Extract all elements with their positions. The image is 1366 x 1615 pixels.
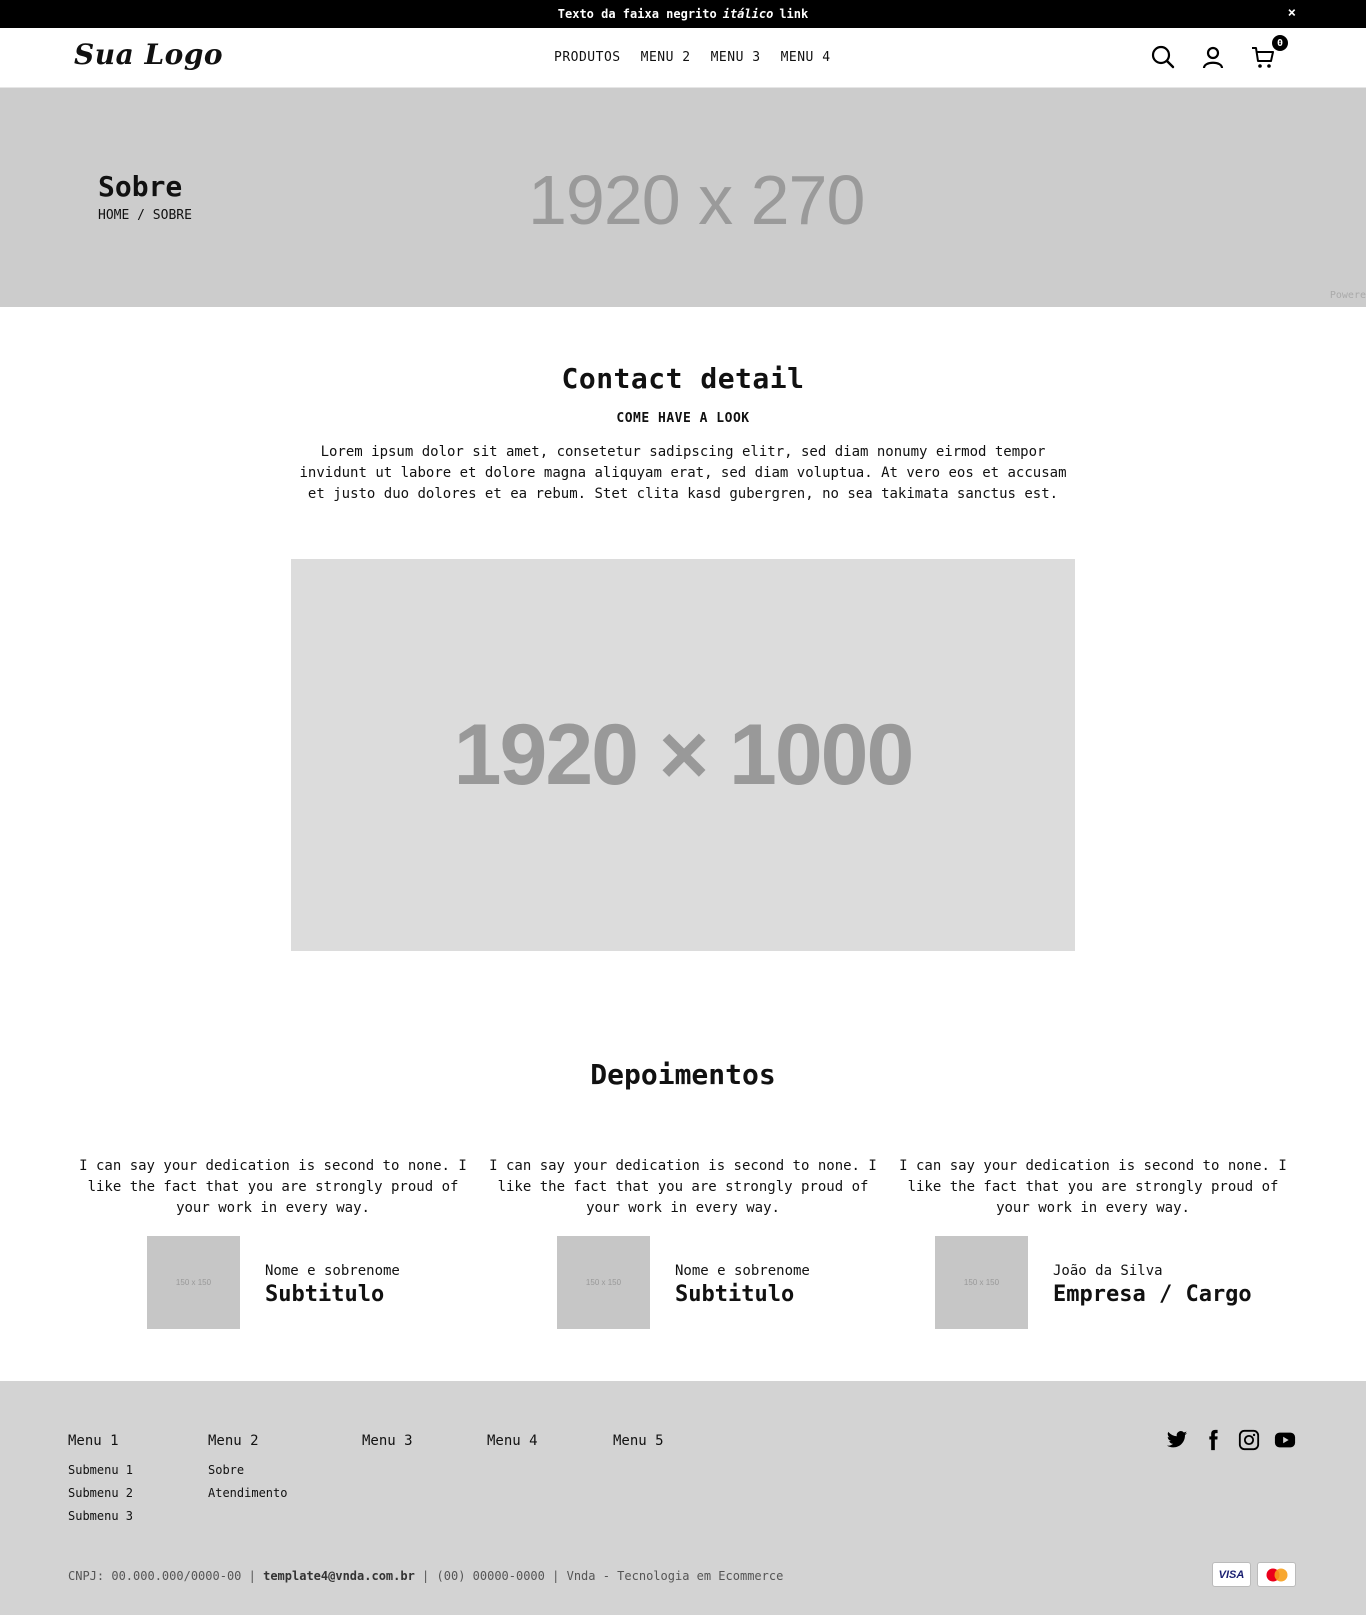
- author-name: Nome e sobrenome: [265, 1262, 400, 1279]
- credit-link[interactable]: Vnda - Tecnologia em Ecommerce: [567, 1569, 784, 1583]
- footer-heading[interactable]: Menu 1: [68, 1433, 133, 1449]
- footer-column-menu-2: Menu 2 Sobre Atendimento: [208, 1433, 287, 1505]
- visa-label: VISA: [1218, 1568, 1245, 1581]
- avatar: 150 x 150: [147, 1236, 240, 1329]
- footer-heading[interactable]: Menu 4: [487, 1433, 538, 1449]
- contact-section: Contact detail COME HAVE A LOOK Lorem ip…: [0, 362, 1366, 505]
- footer-legal: CNPJ: 00.000.000/0000-00 | template4@vnd…: [68, 1569, 783, 1583]
- author-name: Nome e sobrenome: [675, 1262, 810, 1279]
- visa-card-icon: VISA: [1212, 1562, 1251, 1587]
- close-icon[interactable]: ×: [1288, 5, 1296, 21]
- main-nav: PRODUTOS MENU 2 MENU 3 MENU 4: [554, 50, 831, 65]
- footer-column-menu-5: Menu 5: [613, 1433, 664, 1459]
- hero-image-placeholder: 1920 x 270: [528, 161, 865, 239]
- nav-item-menu-4[interactable]: MENU 4: [781, 50, 831, 65]
- powered-by: Powere: [1329, 290, 1366, 301]
- section-title: Contact detail: [561, 362, 805, 395]
- footer-heading[interactable]: Menu 2: [208, 1433, 287, 1449]
- youtube-icon[interactable]: [1274, 1429, 1296, 1451]
- testimonial-quote: I can say your dedication is second to n…: [79, 1158, 467, 1216]
- image-placeholder-label: 1920 × 1000: [453, 706, 915, 803]
- instagram-icon[interactable]: [1238, 1429, 1260, 1451]
- hero-banner: 1920 x 270 Sobre HOME / SOBRE Powere: [0, 88, 1366, 307]
- testimonial-card: I can say your dedication is second to n…: [893, 1156, 1293, 1329]
- footer-link[interactable]: Atendimento: [208, 1482, 287, 1505]
- payment-methods: VISA: [1212, 1562, 1296, 1587]
- footer-heading[interactable]: Menu 3: [362, 1433, 413, 1449]
- footer-link[interactable]: Submenu 2: [68, 1482, 133, 1505]
- testimonial-card: I can say your dedication is second to n…: [73, 1156, 473, 1329]
- phone-text: (00) 00000-0000: [436, 1569, 545, 1583]
- separator: |: [422, 1569, 430, 1583]
- social-links: [1166, 1429, 1296, 1451]
- twitter-icon[interactable]: [1166, 1429, 1188, 1451]
- site-footer: Menu 1 Submenu 1 Submenu 2 Submenu 3 Men…: [0, 1381, 1366, 1615]
- separator: |: [552, 1569, 560, 1583]
- footer-link[interactable]: Submenu 3: [68, 1505, 133, 1528]
- nav-item-menu-3[interactable]: MENU 3: [711, 50, 761, 65]
- footer-link[interactable]: Sobre: [208, 1459, 287, 1482]
- testimonial-quote: I can say your dedication is second to n…: [899, 1158, 1287, 1216]
- cnpj-text: CNPJ: 00.000.000/0000-00: [68, 1569, 242, 1583]
- announcement-text: Texto da faixa negrito: [557, 7, 717, 21]
- email-link[interactable]: template4@vnda.com.br: [263, 1569, 415, 1583]
- testimonial-quote: I can say your dedication is second to n…: [489, 1158, 877, 1216]
- author-role: Subtitulo: [675, 1281, 795, 1307]
- footer-column-menu-1: Menu 1 Submenu 1 Submenu 2 Submenu 3: [68, 1433, 133, 1528]
- mastercard-icon: [1257, 1562, 1296, 1587]
- site-header: Sua Logo PRODUTOS MENU 2 MENU 3 MENU 4 0: [0, 28, 1366, 88]
- cart-count-badge: 0: [1272, 35, 1288, 51]
- author-name: João da Silva: [1053, 1262, 1163, 1279]
- footer-column-menu-3: Menu 3: [362, 1433, 413, 1459]
- page-title: Sobre: [98, 170, 183, 203]
- avatar: 150 x 150: [935, 1236, 1028, 1329]
- section-subtitle: COME HAVE A LOOK: [616, 411, 750, 426]
- separator: |: [248, 1569, 256, 1583]
- breadcrumb[interactable]: HOME / SOBRE: [98, 208, 192, 223]
- header-actions: 0: [1150, 35, 1288, 70]
- logo[interactable]: Sua Logo: [74, 38, 223, 71]
- author-role: Subtitulo: [265, 1281, 385, 1307]
- facebook-icon[interactable]: [1202, 1429, 1224, 1451]
- nav-item-produtos[interactable]: PRODUTOS: [554, 50, 621, 65]
- testimonial-author: 150 x 150 Nome e sobrenome Subtitulo: [557, 1236, 810, 1329]
- search-icon[interactable]: [1150, 44, 1176, 70]
- testimonial-author: 150 x 150 Nome e sobrenome Subtitulo: [147, 1236, 400, 1329]
- footer-column-menu-4: Menu 4: [487, 1433, 538, 1459]
- section-text: Lorem ipsum dolor sit amet, consetetur s…: [299, 444, 1067, 502]
- contact-image-placeholder: 1920 × 1000: [291, 559, 1075, 951]
- footer-link[interactable]: Submenu 1: [68, 1459, 133, 1482]
- announcement-italic: itálico: [722, 7, 774, 21]
- footer-heading[interactable]: Menu 5: [613, 1433, 664, 1449]
- announcement-bar: Texto da faixa negrito itálico link ×: [0, 0, 1366, 28]
- testimonials-title: Depoimentos: [590, 1058, 776, 1091]
- avatar: 150 x 150: [557, 1236, 650, 1329]
- announcement-link[interactable]: link: [779, 7, 808, 21]
- testimonial-author: 150 x 150 João da Silva Empresa / Cargo: [935, 1236, 1252, 1329]
- user-icon[interactable]: [1200, 44, 1226, 70]
- author-role: Empresa / Cargo: [1053, 1281, 1252, 1307]
- nav-item-menu-2[interactable]: MENU 2: [641, 50, 691, 65]
- testimonial-card: I can say your dedication is second to n…: [483, 1156, 883, 1329]
- cart-icon[interactable]: 0: [1250, 35, 1288, 70]
